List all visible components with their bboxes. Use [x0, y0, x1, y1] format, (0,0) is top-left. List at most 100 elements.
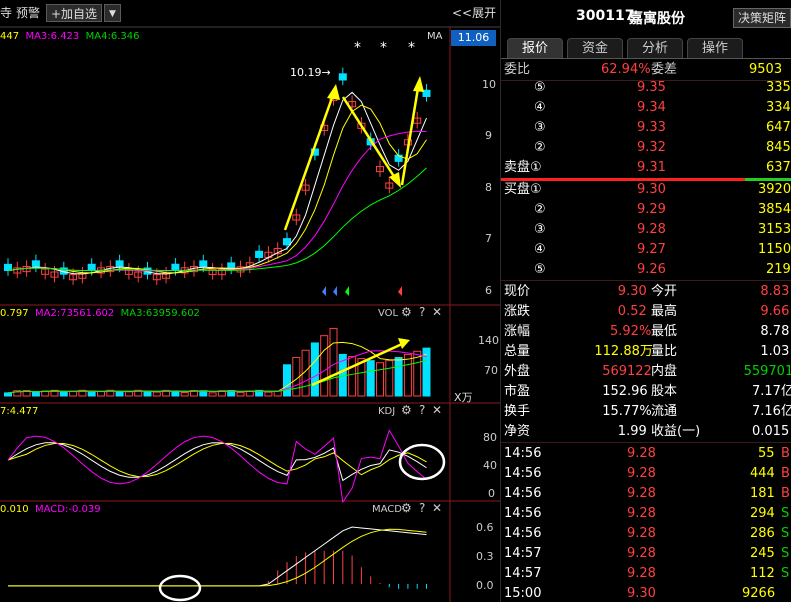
tick-volume: 112: [750, 566, 775, 581]
ma-line: [7, 91, 427, 275]
weibi-label: 委比: [504, 62, 531, 77]
stat-row: 净资 1.99 收益(一) 0.015: [501, 422, 791, 442]
volume-bar: [329, 327, 338, 397]
stat-label: 今开: [651, 284, 678, 299]
close-icon[interactable]: ✕: [432, 501, 442, 515]
volume-bar: [143, 390, 152, 397]
star-marker: *: [380, 40, 387, 56]
volume-bar: [403, 353, 412, 397]
kdj-value-label: 7:4.477: [0, 406, 39, 417]
vol-ma2-label: MA2:73561.602: [35, 308, 115, 319]
volume-bar: [310, 342, 319, 397]
stat-label: 涨幅: [504, 324, 531, 339]
tab-operate[interactable]: 操作: [687, 38, 743, 58]
stat-label: 量比: [651, 344, 678, 359]
tick-row: 14:57 9.28 245 S: [501, 544, 791, 564]
stat-row: 涨跌 0.52 最高 9.66: [501, 302, 791, 322]
help-icon[interactable]: ?: [419, 403, 425, 417]
stock-name: 嘉寓股份: [629, 11, 685, 27]
volume-bar: [87, 391, 96, 397]
tab-analysis[interactable]: 分析: [627, 38, 683, 58]
volume-bar: [366, 360, 375, 397]
level-label: ⑤: [534, 262, 546, 277]
ask-row: 卖盘① 9.31 637: [501, 158, 791, 178]
candle-body: [171, 263, 180, 271]
close-icon[interactable]: ✕: [432, 305, 442, 319]
stat-value: 7.17亿: [752, 384, 791, 399]
tick-side: B: [781, 486, 790, 501]
ma-line: [7, 130, 427, 272]
quote-panel: 300117 嘉寓股份 决策矩阵 报价 资金 分析 操作 委比 62.94% 委…: [500, 0, 791, 602]
tick-side: S: [781, 526, 790, 541]
level-price: 9.33: [637, 120, 666, 135]
level-price: 9.35: [637, 80, 666, 95]
macd-value-label: MACD:-0.039: [35, 504, 101, 515]
close-icon[interactable]: ✕: [432, 403, 442, 417]
kdj-panel-name: KDJ: [378, 406, 396, 417]
stat-label: 总量: [504, 344, 531, 359]
kline-chart[interactable]: 寺 预警 +加自选 ▼ <<展开 447 MA3:6.423 MA4:6.346: [0, 0, 500, 602]
weicha-value: 9503: [749, 62, 783, 77]
volume-bar: [376, 362, 384, 397]
level-price: 9.29: [637, 202, 666, 217]
vol-axis-tick: 140: [478, 334, 499, 347]
help-icon[interactable]: ?: [419, 305, 425, 319]
volume-bar: [394, 357, 403, 397]
bid-row: ⑤ 9.26 219: [501, 260, 791, 280]
tick-price: 9.28: [627, 506, 656, 521]
stat-value: 559701: [743, 364, 791, 379]
level-volume: 637: [766, 160, 791, 175]
tick-time: 14:56: [504, 526, 542, 541]
stat-label: 涨跌: [504, 304, 531, 319]
stat-value: 1.03: [760, 344, 790, 359]
stock-code: 300117: [576, 8, 635, 24]
gear-icon[interactable]: ⚙: [401, 305, 412, 319]
level-price: 9.30: [637, 182, 666, 197]
gear-icon[interactable]: ⚙: [401, 403, 412, 417]
volume-ma-line: [7, 341, 427, 394]
volume-bar: [264, 391, 273, 397]
candle-body: [338, 73, 347, 81]
bid-row: ④ 9.27 1150: [501, 240, 791, 260]
tab-quote[interactable]: 报价: [507, 38, 563, 58]
stat-value: 0.52: [617, 304, 647, 319]
ask-row: ④ 9.34 334: [501, 98, 791, 118]
tick-side: S: [781, 566, 790, 581]
gear-icon[interactable]: ⚙: [401, 501, 412, 515]
tick-price: 9.28: [627, 486, 656, 501]
tick-row: 14:56 9.28 444 B: [501, 464, 791, 484]
ma-tag: MA: [427, 31, 443, 42]
candle-body: [4, 263, 12, 272]
decision-matrix-button[interactable]: 决策矩阵: [733, 8, 791, 28]
tick-time: 14:56: [504, 486, 542, 501]
macd-axis-tick: 0.3: [476, 550, 494, 563]
tick-price: 9.28: [627, 466, 656, 481]
ask-row: ② 9.32 845: [501, 138, 791, 158]
stat-label: 现价: [504, 284, 531, 299]
ask-row: ⑤ 9.35 335: [501, 78, 791, 98]
tick-time: 14:57: [504, 546, 542, 561]
level-volume: 647: [766, 120, 791, 135]
kdj-line: [7, 442, 427, 482]
tick-price: 9.30: [627, 586, 656, 601]
stat-label: 流通: [651, 404, 678, 419]
kdj-axis-tick: 80: [483, 431, 497, 444]
help-icon[interactable]: ?: [419, 501, 425, 515]
macd-axis-tick: 0.0: [476, 579, 494, 592]
stat-row: 涨幅 5.92% 最低 8.78: [501, 322, 791, 342]
tab-funds[interactable]: 资金: [567, 38, 623, 58]
level-label: ②: [534, 202, 546, 217]
stat-value: 15.77%: [602, 404, 652, 419]
tick-time: 14:56: [504, 506, 542, 521]
stat-value: 0.015: [752, 424, 790, 439]
level-volume: 219: [766, 262, 791, 277]
ask-row: ③ 9.33 647: [501, 118, 791, 138]
volume-bar: [152, 391, 161, 397]
level-volume: 334: [766, 100, 791, 115]
vol-panel-name: VOL: [378, 308, 399, 319]
volume-bar: [4, 392, 12, 397]
tick-row: 14:56 9.28 55 B: [501, 444, 791, 464]
stat-label: 外盘: [504, 364, 531, 379]
level-volume: 3153: [758, 222, 791, 237]
bid-row: 买盘① 9.30 3920: [501, 180, 791, 200]
